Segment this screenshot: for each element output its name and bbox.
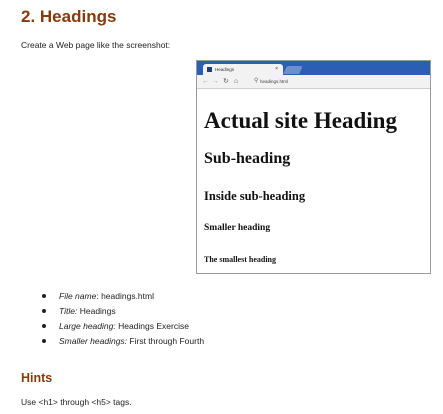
- list-item: Large heading: Headings Exercise: [40, 319, 204, 334]
- browser-tab: Headings ×: [203, 64, 283, 75]
- intro-text: Create a Web page like the screenshot:: [21, 40, 171, 50]
- bullet-icon: [42, 339, 46, 343]
- bullet-value: headings.html: [98, 291, 154, 301]
- new-tab-icon: [283, 66, 303, 74]
- bullet-key: Large heading:: [59, 321, 116, 331]
- list-item: File name: headings.html: [40, 289, 204, 304]
- browser-toolbar: ← → ↻ ⌂ ⚲ headings.html: [197, 75, 430, 89]
- close-icon: ×: [275, 66, 278, 72]
- heading-h2: Sub-heading: [204, 150, 291, 167]
- bullet-value: First through Fourth: [127, 336, 205, 346]
- list-item: Title: Headings: [40, 304, 204, 319]
- rendered-page: Actual site Heading Sub-heading Inside s…: [197, 89, 430, 273]
- bullet-icon: [42, 324, 46, 328]
- back-icon: ←: [202, 78, 209, 85]
- browser-screenshot: Headings × ← → ↻ ⌂ ⚲ headings.html Actua…: [196, 60, 431, 274]
- address-bar: headings.html: [260, 79, 289, 84]
- search-icon: ⚲: [254, 78, 259, 84]
- bullet-value: Headings: [77, 306, 116, 316]
- hints-text: Use <h1> through <h5> tags.: [21, 397, 132, 407]
- heading-h3: Inside sub-heading: [204, 189, 306, 203]
- hints-title: Hints: [21, 371, 53, 385]
- browser-titlebar: Headings ×: [197, 61, 430, 75]
- section-title: 2. Headings: [21, 7, 117, 26]
- heading-h1: Actual site Heading: [204, 108, 397, 133]
- bullet-key: Smaller headings:: [59, 336, 128, 346]
- tab-title: Headings: [215, 67, 235, 72]
- heading-h4: Smaller heading: [204, 223, 271, 233]
- favicon-icon: [207, 67, 212, 72]
- heading-h5: The smallest heading: [204, 255, 277, 264]
- forward-icon: →: [212, 78, 219, 85]
- home-icon: ⌂: [234, 78, 239, 85]
- list-item: Smaller headings: First through Fourth: [40, 334, 204, 349]
- document-page: 2. Headings Create a Web page like the s…: [0, 0, 443, 414]
- bullet-key: File name: [59, 291, 97, 301]
- bullet-value: Headings Exercise: [115, 321, 189, 331]
- bullet-icon: [42, 294, 46, 298]
- bullet-icon: [42, 309, 46, 313]
- reload-icon: ↻: [223, 78, 229, 85]
- requirements-list: File name: headings.html Title: Headings…: [40, 289, 204, 349]
- bullet-key: Title:: [59, 306, 78, 316]
